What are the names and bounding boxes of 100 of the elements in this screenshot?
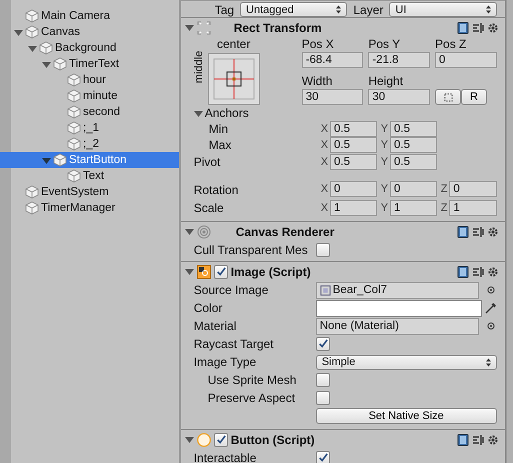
hierarchy-item[interactable]: TimerText	[0, 56, 179, 72]
property-label: Pivot	[194, 155, 222, 169]
tag-dropdown[interactable]: Untagged	[240, 2, 348, 17]
checkbox[interactable]	[316, 391, 330, 405]
expand-arrow-icon[interactable]	[194, 108, 203, 118]
settings-icon[interactable]	[486, 266, 499, 278]
enable-checkbox[interactable]	[214, 432, 228, 446]
anchor-vertical-label: middle	[194, 50, 206, 84]
cube-icon	[53, 57, 67, 71]
help-book-icon[interactable]	[456, 434, 469, 446]
hierarchy-item[interactable]: TimerManager	[0, 200, 179, 216]
eye-rings-icon	[196, 224, 211, 238]
object-field[interactable]: None (Material)	[316, 318, 479, 334]
anchor-preset-icon[interactable]	[208, 53, 260, 105]
expand-arrow-icon[interactable]	[184, 23, 194, 32]
cube-icon	[25, 25, 39, 39]
number-field[interactable]: 30	[368, 88, 430, 104]
object-picker-icon[interactable]	[484, 320, 497, 332]
number-field[interactable]: 0.5	[330, 154, 377, 170]
number-field[interactable]: 0	[449, 181, 497, 197]
hierarchy-item[interactable]: minute	[0, 88, 179, 104]
number-field[interactable]: 30	[302, 88, 364, 104]
hierarchy-item[interactable]: Canvas	[0, 24, 179, 40]
checkbox[interactable]	[316, 373, 330, 387]
expand-arrow-icon[interactable]	[42, 60, 51, 68]
property-label: Preserve Aspect	[208, 391, 296, 405]
number-field[interactable]: 0.5	[330, 137, 377, 153]
hierarchy-item[interactable]: Text	[0, 168, 179, 184]
preset-sliders-icon[interactable]	[472, 22, 484, 34]
property-label: Use Sprite Mesh	[208, 373, 298, 387]
preset-sliders-icon[interactable]	[472, 434, 484, 446]
image-component-icon	[196, 264, 211, 278]
property-label: Interactable	[194, 451, 258, 463]
help-book-icon[interactable]	[456, 22, 469, 34]
cube-icon	[67, 105, 81, 119]
hierarchy-item[interactable]: second	[0, 104, 179, 120]
number-field[interactable]: -68.4	[302, 52, 364, 68]
property-label: Scale	[194, 201, 225, 215]
hierarchy-item[interactable]: StartButton	[0, 152, 179, 168]
property-label: Max	[208, 138, 232, 152]
enable-checkbox[interactable]	[214, 264, 228, 278]
expand-arrow-icon[interactable]	[14, 28, 23, 36]
expand-arrow-icon[interactable]	[42, 156, 51, 164]
number-field[interactable]: 0	[435, 52, 497, 68]
number-field[interactable]: 0.5	[390, 137, 437, 153]
object-field[interactable]: Bear_Col7	[316, 282, 479, 298]
tag-label: Tag	[214, 2, 234, 16]
hierarchy-item[interactable]: Main Camera	[0, 8, 179, 24]
expand-arrow-icon[interactable]	[28, 44, 37, 52]
layer-dropdown[interactable]: UI	[389, 2, 497, 17]
expand-arrow-icon[interactable]	[184, 267, 194, 276]
raw-edit-button[interactable]: R	[461, 89, 488, 105]
number-field[interactable]: 0.5	[390, 121, 437, 137]
checkbox[interactable]	[316, 451, 330, 463]
hierarchy-item[interactable]: EventSystem	[0, 184, 179, 200]
dropdown[interactable]: Simple	[316, 354, 497, 370]
axis-label: Z	[440, 202, 448, 214]
hierarchy-item[interactable]: ;_2	[0, 136, 179, 152]
number-field[interactable]: 0	[330, 181, 377, 197]
settings-icon[interactable]	[486, 226, 499, 238]
cube-icon	[67, 89, 81, 103]
property-label: Raycast Target	[194, 337, 275, 351]
property-label: Cull Transparent Mes	[194, 243, 309, 257]
expand-arrow-icon[interactable]	[184, 435, 194, 444]
object-picker-icon[interactable]	[484, 284, 497, 296]
anchor-horizontal-label: center	[217, 37, 250, 51]
color-field[interactable]	[316, 300, 482, 316]
field-label: Pos Y	[368, 37, 402, 51]
hierarchy-item[interactable]: Background	[0, 40, 179, 56]
anchors-label: Anchors	[204, 106, 249, 120]
property-label: Material	[194, 319, 238, 333]
set-native-size-button[interactable]: Set Native Size	[316, 408, 497, 424]
preset-sliders-icon[interactable]	[472, 266, 484, 278]
number-field[interactable]: 0	[390, 181, 437, 197]
blueprint-mode-button[interactable]	[435, 89, 462, 105]
number-field[interactable]: -21.8	[368, 52, 430, 68]
number-field[interactable]: 0.5	[330, 121, 377, 137]
settings-icon[interactable]	[486, 22, 499, 34]
settings-icon[interactable]	[486, 434, 499, 446]
help-book-icon[interactable]	[456, 226, 469, 238]
hierarchy-item[interactable]: ;_1	[0, 120, 179, 136]
property-label: Rotation	[194, 183, 240, 197]
cube-icon	[39, 41, 53, 55]
expand-arrow-icon[interactable]	[184, 227, 194, 236]
checkbox[interactable]	[316, 337, 330, 351]
help-book-icon[interactable]	[456, 266, 469, 278]
axis-label: Y	[380, 183, 388, 195]
axis-label: X	[320, 183, 328, 195]
property-label: Source Image	[194, 283, 270, 297]
number-field[interactable]: 1	[449, 200, 497, 216]
number-field[interactable]: 1	[390, 200, 437, 216]
cube-icon	[25, 201, 39, 215]
checkbox[interactable]	[316, 243, 330, 257]
axis-label: Y	[380, 123, 388, 135]
preset-sliders-icon[interactable]	[472, 226, 484, 238]
hierarchy-item[interactable]: hour	[0, 72, 179, 88]
number-field[interactable]: 0.5	[390, 154, 437, 170]
component-title: Canvas Renderer	[234, 224, 336, 238]
number-field[interactable]: 1	[330, 200, 377, 216]
axis-label: Z	[440, 183, 448, 195]
